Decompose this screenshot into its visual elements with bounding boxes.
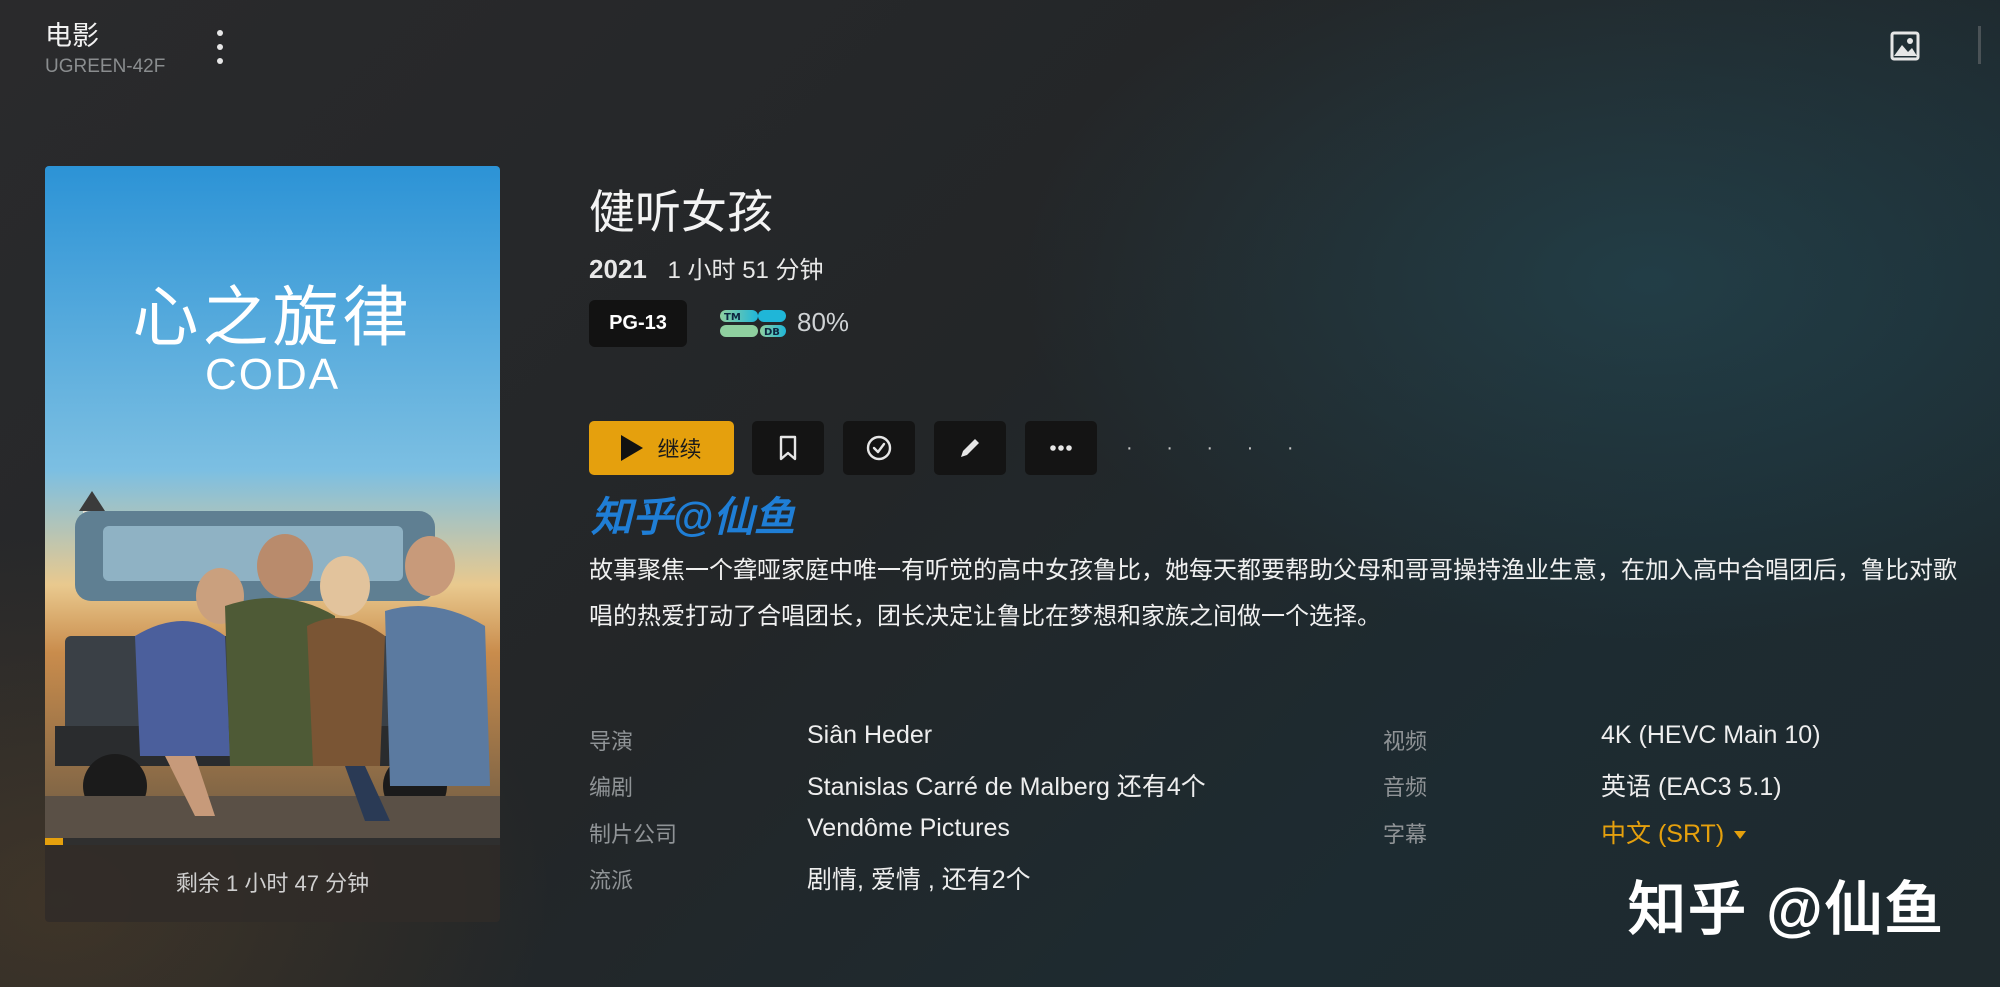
media-label-subtitle: 字幕 — [1383, 822, 1428, 847]
remaining-time: 剩余 1 小时 47 分钟 — [45, 845, 500, 922]
credit-label-studio: 制片公司 — [589, 822, 678, 847]
pencil-icon — [961, 439, 979, 457]
release-year: 2021 — [589, 254, 647, 284]
svg-text:TM: TM — [724, 312, 741, 323]
play-icon — [621, 435, 644, 461]
watch-progress-fill — [45, 838, 64, 845]
tmdb-score: 80% — [797, 307, 850, 337]
mark-watched-button[interactable] — [843, 421, 915, 475]
loading-dots: · · · · · — [1126, 437, 1308, 459]
check-circle-icon — [866, 435, 892, 461]
watermark-blue: 知乎@仙鱼 — [591, 494, 795, 540]
movie-title: 健听女孩 — [589, 186, 773, 238]
media-value-video: 4K (HEVC Main 10) — [1601, 721, 1821, 749]
meta-line: 2021 1 小时 51 分钟 — [589, 250, 824, 285]
runtime: 1 小时 51 分钟 — [667, 257, 824, 284]
media-label-video: 视频 — [1383, 729, 1428, 754]
credit-value-director[interactable]: Siân Heder — [807, 721, 932, 750]
continue-play-button[interactable]: 继续 — [589, 421, 734, 475]
credit-label-writer: 编剧 — [589, 775, 634, 800]
more-actions-button[interactable] — [1025, 421, 1097, 475]
media-label-audio: 音频 — [1383, 775, 1428, 800]
tmdb-logo: TM DB — [720, 307, 786, 339]
more-vertical-icon[interactable] — [208, 30, 232, 64]
credit-value-studio[interactable]: Vendôme Pictures — [807, 814, 1010, 843]
poster-title-cn: 心之旋律 — [132, 279, 413, 356]
media-value-audio[interactable]: 英语 (EAC3 5.1) — [1601, 767, 1782, 803]
subtitle-select[interactable]: 中文 (SRT) — [1601, 814, 1747, 850]
credit-value-writer[interactable]: Stanislas Carré de Malberg 还有4个 — [807, 767, 1206, 803]
svg-text:DB: DB — [764, 327, 780, 338]
image-icon[interactable] — [1890, 31, 1920, 61]
more-horizontal-icon — [1050, 445, 1072, 451]
chevron-down-icon — [1734, 831, 1747, 840]
play-button-label: 继续 — [657, 437, 702, 462]
watermark-bottom: 知乎 @仙鱼 — [1628, 877, 1945, 942]
edit-button[interactable] — [934, 421, 1006, 475]
movie-poster[interactable]: 心之旋律 CODA — [45, 166, 500, 842]
credit-value-genre[interactable]: 剧情, 爱情 , 还有2个 — [807, 860, 1031, 896]
watch-progress-bar — [45, 838, 500, 845]
credit-label-genre: 流派 — [589, 868, 634, 893]
content-rating-badge: PG-13 — [589, 300, 687, 347]
credit-label-director: 导演 — [589, 729, 634, 754]
server-name: UGREEN-42F — [45, 56, 166, 77]
movie-summary: 故事聚焦一个聋哑家庭中唯一有听觉的高中女孩鲁比，她每天都要帮助父母和哥哥操持渔业… — [589, 557, 1957, 630]
right-edge-divider — [1978, 26, 1981, 64]
bookmark-icon — [779, 435, 797, 461]
watchlist-button[interactable] — [752, 421, 824, 475]
library-title[interactable]: 电影 — [45, 14, 99, 53]
poster-title-en: CODA — [204, 350, 341, 399]
subtitle-select-value: 中文 (SRT) — [1601, 820, 1725, 848]
